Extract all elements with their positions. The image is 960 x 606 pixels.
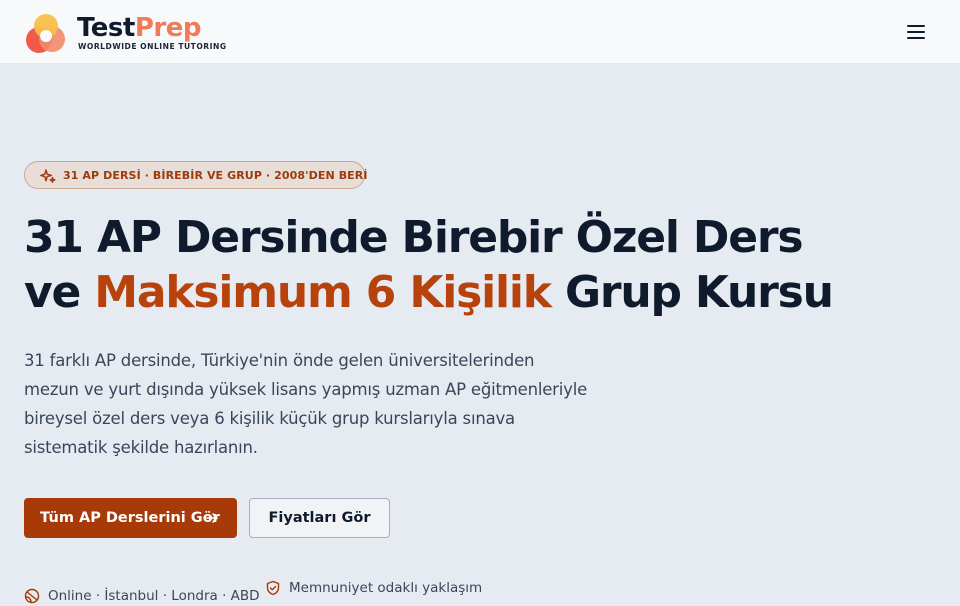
hero-description: 31 farklı AP dersinde, Türkiye'nin önde … [24, 351, 588, 457]
headline-line-1: 31 AP Dersinde Birebir Özel Ders [24, 212, 804, 263]
logo-tagline: WORLDWIDE ONLINE TUTORING [78, 42, 227, 51]
hero-badge-text: 31 AP DERSİ · BİREBİR VE GRUP · 2008'DEN… [63, 169, 368, 182]
logo-wordmark-prep: Prep [134, 13, 202, 43]
view-all-ap-courses-label: Tüm AP Derslerini Gör [40, 510, 220, 526]
hero-badge: 31 AP DERSİ · BİREBİR VE GRUP · 2008'DEN… [24, 161, 368, 189]
headline-ve: ve [24, 267, 81, 318]
feature-locations: Online · İstanbul · Londra · ABD [24, 588, 264, 606]
feature-satisfaction-text: Memnuniyet odaklı yaklaşım [289, 580, 483, 596]
arrow-right-icon [206, 513, 218, 523]
logo-wordmark-test: Test [77, 13, 135, 43]
sparkle-icon [40, 169, 56, 183]
logo-mark-icon [26, 14, 65, 53]
globe-icon [24, 588, 40, 604]
view-prices-button[interactable]: Fiyatları Gör [249, 498, 390, 538]
headline-accent: Maksimum 6 Kişilik [94, 267, 552, 318]
feature-locations-text: Online · İstanbul · Londra · ABD [48, 588, 260, 604]
headline-line-2-end: Grup Kursu [564, 267, 834, 318]
shield-check-icon [266, 580, 280, 596]
testprep-logo[interactable]: TestPrep WORLDWIDE ONLINE TUTORING [24, 12, 226, 54]
view-all-ap-courses-button[interactable]: Tüm AP Derslerini Gör [24, 498, 237, 538]
hamburger-menu-icon[interactable] [904, 22, 928, 42]
feature-satisfaction: Memnuniyet odaklı yaklaşım [265, 580, 505, 598]
hero-headline: 31 AP Dersinde Birebir Özel Ders ve Maks… [24, 210, 924, 320]
logo-wordmark: TestPrep [77, 13, 201, 43]
site-header: TestPrep WORLDWIDE ONLINE TUTORING [0, 0, 960, 64]
